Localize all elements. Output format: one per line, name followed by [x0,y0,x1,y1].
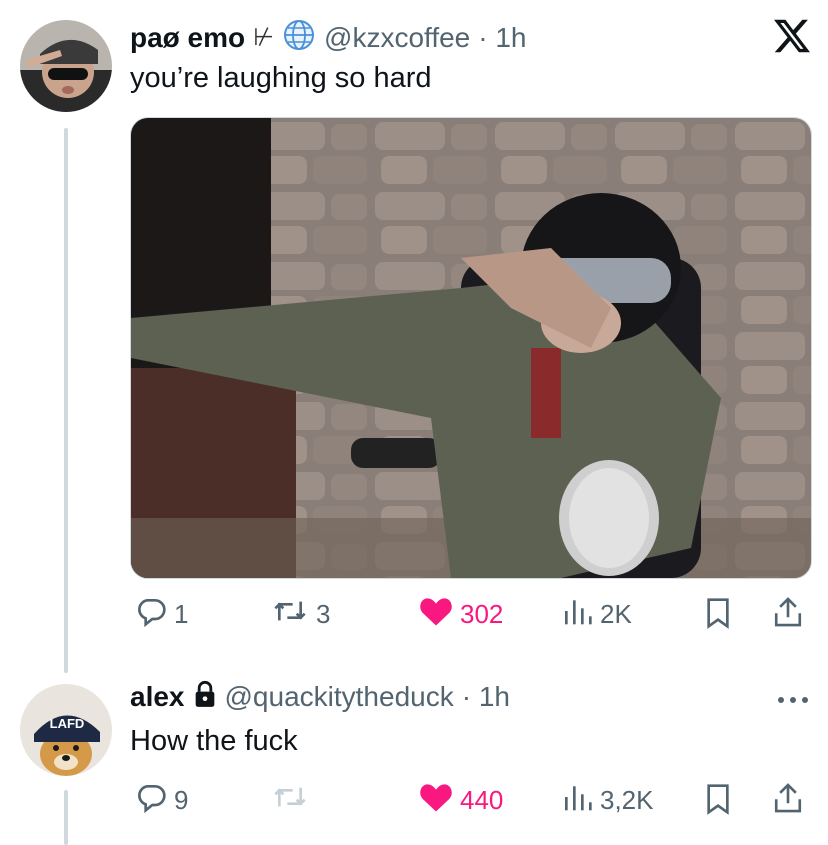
lock-icon [193,680,217,713]
tweet1-handle[interactable]: @kzxcoffee [324,22,470,54]
tweet2-display-name[interactable]: alex [130,681,185,713]
tweet1-reply-count: 1 [174,599,189,629]
tweet1-bookmark-button[interactable] [704,597,732,636]
tweet2-repost-button[interactable] [270,781,316,820]
avatar-alex[interactable]: LAFD [20,684,112,776]
tweet1-views-count: 2K [600,599,632,629]
reply-icon [134,595,168,634]
heart-icon [418,595,454,634]
more-icon[interactable] [776,692,810,710]
tweet1-media[interactable] [130,117,812,579]
tweet2-header: alex @quackitytheduck · 1h [130,680,510,713]
bookmark-icon [704,597,732,636]
tweet1-display-name[interactable]: paø emo [130,22,245,54]
repost-icon [270,595,310,634]
tweet2-like-button[interactable]: 440 [418,781,503,820]
tweet1-repost-button[interactable]: 3 [270,595,330,634]
bookmark-icon [704,783,732,822]
tweet1-repost-count: 3 [316,599,331,629]
share-icon [772,595,804,636]
avatar-badge-text: LAFD [50,716,85,731]
tweet1-text: you’re laughing so hard [130,62,432,94]
tweet1-like-button[interactable]: 302 [418,595,503,634]
tweet2-text: How the fuck [130,725,298,757]
tweet2-like-count: 440 [460,785,504,815]
tweet2-views-button[interactable]: 3,2K [560,781,654,820]
tweet1-time[interactable]: · 1h [478,22,526,54]
heart-icon [418,781,454,820]
tweet2-reply-button[interactable]: 9 [134,781,188,820]
thread-line-bottom [64,790,68,845]
tweet1-emoji: ⊬ [253,24,275,51]
tweet1-reply-button[interactable]: 1 [134,595,188,634]
globe-icon [282,18,316,57]
tweet1-header: paø emo ⊬ @kzxcoffee · 1h [130,18,527,57]
views-icon [560,781,594,820]
tweet1-share-button[interactable] [772,595,804,636]
thread-line-top [64,128,68,673]
tweet2-bookmark-button[interactable] [704,783,732,822]
share-icon [772,781,804,822]
avatar-pao[interactable] [20,20,112,112]
tweet2-handle[interactable]: @quackitytheduck [225,681,454,713]
tweet2-reply-count: 9 [174,785,189,815]
tweet1-like-count: 302 [460,599,504,629]
tweet2-views-count: 3,2K [600,785,654,815]
x-logo-icon[interactable] [774,18,810,59]
reply-icon [134,781,168,820]
tweet1-views-button[interactable]: 2K [560,595,632,634]
tweet2-time[interactable]: · 1h [462,681,510,713]
views-icon [560,595,594,634]
repost-icon [270,781,310,820]
tweet2-share-button[interactable] [772,781,804,822]
